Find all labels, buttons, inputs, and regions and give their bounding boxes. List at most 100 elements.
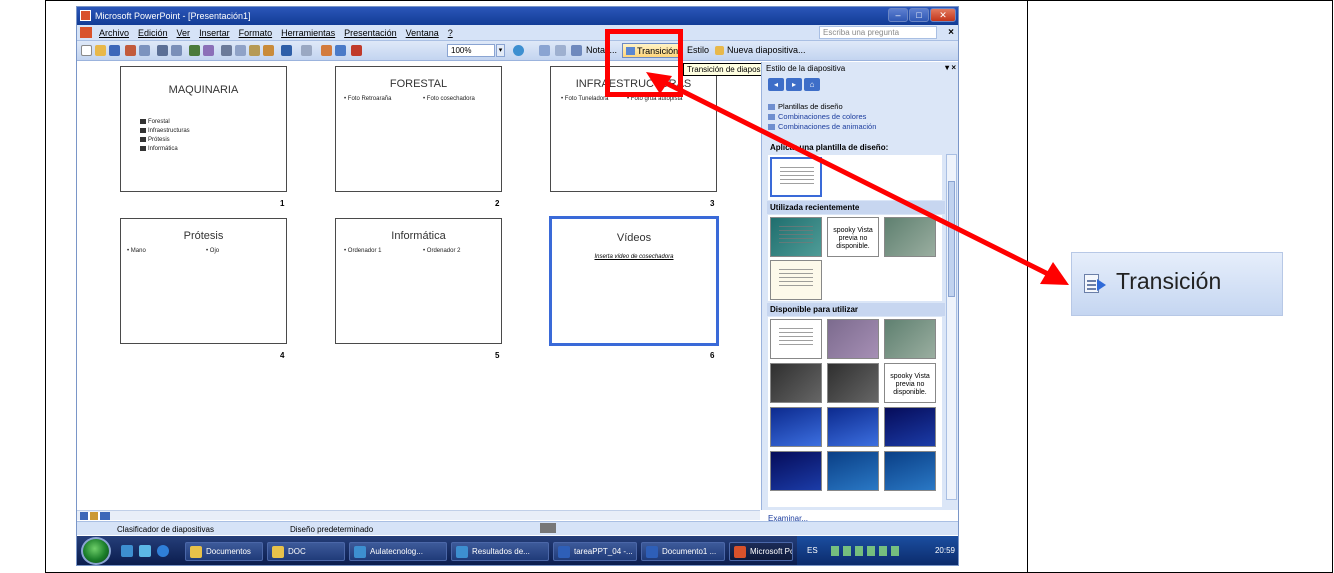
- minimize-button[interactable]: –: [888, 8, 908, 22]
- slide-thumbnail-4[interactable]: Prótesis • Mano • Ojo: [120, 218, 287, 344]
- undo-icon[interactable]: [281, 45, 292, 56]
- start-button[interactable]: [81, 537, 111, 565]
- menu-ver[interactable]: Ver: [177, 28, 191, 38]
- save-icon[interactable]: [109, 45, 120, 56]
- menu-archivo[interactable]: Archivo: [99, 28, 129, 38]
- menu-ventana[interactable]: Ventana: [406, 28, 439, 38]
- slide-title: Informática: [391, 230, 446, 242]
- permission-icon[interactable]: [125, 45, 136, 56]
- slide-sorter-icon[interactable]: [539, 45, 550, 56]
- template-thumbnail[interactable]: [827, 451, 879, 491]
- taskbar-button-doc[interactable]: DOC: [267, 542, 345, 561]
- horizontal-scrollbar[interactable]: [77, 510, 760, 520]
- back-icon[interactable]: ◂: [768, 78, 784, 91]
- animation-schemes-link[interactable]: Combinaciones de animación: [768, 122, 876, 132]
- style-button[interactable]: Estilo: [687, 45, 709, 55]
- rehearse-icon[interactable]: [571, 45, 582, 56]
- new-slide-icon: [715, 46, 724, 55]
- hide-slide-icon[interactable]: [555, 45, 566, 56]
- slide-bullet: • Foto Retroaraña: [344, 96, 392, 102]
- close-document-button[interactable]: ×: [948, 27, 954, 38]
- color-schemes-link[interactable]: Combinaciones de colores: [768, 112, 876, 122]
- document-icon[interactable]: [80, 27, 92, 38]
- template-thumbnail[interactable]: [770, 451, 822, 491]
- slide-thumbnail-1[interactable]: MAQUINARIA Forestal Infraestructuras Pró…: [120, 66, 287, 192]
- template-thumbnail[interactable]: [770, 217, 822, 257]
- menu-ayuda[interactable]: ?: [448, 28, 453, 38]
- print-icon[interactable]: [157, 45, 168, 56]
- taskbar-button-documento1[interactable]: Documento1 ...: [641, 542, 725, 561]
- design-templates-link[interactable]: Plantillas de diseño: [768, 102, 876, 112]
- spelling-icon[interactable]: [189, 45, 200, 56]
- template-thumbnail-spooky[interactable]: spooky Vista previa no disponible.: [827, 217, 879, 257]
- open-icon[interactable]: [95, 45, 106, 56]
- template-thumbnail[interactable]: [884, 319, 936, 359]
- template-thumbnail[interactable]: [884, 407, 936, 447]
- menu-formato[interactable]: Formato: [239, 28, 273, 38]
- taskbar-button-aulatecnologia[interactable]: Aulatecnolog...: [349, 542, 447, 561]
- template-thumbnail-spooky[interactable]: spooky Vista previa no disponible.: [884, 363, 936, 403]
- template-thumbnail[interactable]: [827, 407, 879, 447]
- clock[interactable]: 20:59: [935, 546, 955, 555]
- switch-windows-icon[interactable]: [139, 545, 151, 557]
- slide-title: FORESTAL: [389, 78, 448, 90]
- email-icon[interactable]: [139, 45, 150, 56]
- tray-icons[interactable]: [831, 546, 903, 556]
- insert-chart-icon[interactable]: [321, 45, 332, 56]
- help-icon[interactable]: [513, 45, 524, 56]
- zoomed-transition-button[interactable]: Transición: [1071, 252, 1283, 316]
- slide-thumbnail-6[interactable]: Vídeos Inserta vídeo de cosechadora: [549, 216, 719, 346]
- copy-icon[interactable]: [235, 45, 246, 56]
- zoom-dropdown-icon[interactable]: ▾: [496, 44, 505, 57]
- taskbar-button-powerpoint[interactable]: Microsoft Po...: [729, 542, 793, 561]
- menu-presentacion[interactable]: Presentación: [344, 28, 397, 38]
- task-pane-close-icon[interactable]: ▾ ×: [945, 63, 956, 72]
- template-thumbnail[interactable]: [770, 260, 822, 300]
- template-thumbnail[interactable]: [770, 157, 822, 197]
- ask-question-input[interactable]: Escriba una pregunta: [819, 26, 937, 39]
- zoom-combo[interactable]: 100%: [447, 44, 495, 57]
- folder-icon: [190, 546, 202, 558]
- slide-thumbnail-2[interactable]: FORESTAL • Foto Retroaraña • Foto cosech…: [335, 66, 502, 192]
- cut-icon[interactable]: [221, 45, 232, 56]
- zoomed-transition-label: Transición: [1116, 268, 1222, 294]
- menu-edicion[interactable]: Edición: [138, 28, 168, 38]
- template-thumbnail[interactable]: [770, 319, 822, 359]
- menu-herramientas[interactable]: Herramientas: [281, 28, 335, 38]
- template-thumbnail[interactable]: [884, 217, 936, 257]
- template-thumbnail[interactable]: [827, 319, 879, 359]
- template-thumbnail[interactable]: [827, 363, 879, 403]
- research-icon[interactable]: [203, 45, 214, 56]
- view-buttons-icon[interactable]: [80, 512, 110, 520]
- internet-explorer-icon[interactable]: [157, 545, 169, 557]
- taskbar-button-resultados[interactable]: Resultados de...: [451, 542, 549, 561]
- slide-title: Prótesis: [183, 230, 224, 242]
- forward-icon[interactable]: ▸: [786, 78, 802, 91]
- new-icon[interactable]: [81, 45, 92, 56]
- format-painter-icon[interactable]: [263, 45, 274, 56]
- insert-table-icon[interactable]: [335, 45, 346, 56]
- maximize-button[interactable]: □: [909, 8, 929, 22]
- show-desktop-icon[interactable]: [121, 545, 133, 557]
- home-icon[interactable]: ⌂: [804, 78, 820, 91]
- powerpoint-window: Microsoft PowerPoint - [Presentación1] –…: [76, 6, 959, 566]
- language-indicator[interactable]: ES: [807, 546, 818, 555]
- redo-icon[interactable]: [301, 45, 312, 56]
- paste-icon[interactable]: [249, 45, 260, 56]
- color-grayscale-icon[interactable]: [351, 45, 362, 56]
- taskbar-button-documentos[interactable]: Documentos: [185, 542, 263, 561]
- taskbar-button-tareappt[interactable]: tareaPPT_04 -...: [553, 542, 637, 561]
- menu-insertar[interactable]: Insertar: [199, 28, 230, 38]
- template-thumbnail[interactable]: [770, 407, 822, 447]
- template-thumbnail[interactable]: [884, 451, 936, 491]
- slide-design-task-pane: Estilo de la diapositiva ▾ × ◂ ▸ ⌂ Plant…: [761, 62, 958, 523]
- scrollbar-thumb[interactable]: [948, 181, 955, 297]
- print-preview-icon[interactable]: [171, 45, 182, 56]
- task-pane-scrollbar[interactable]: [946, 154, 957, 500]
- slide-video-link[interactable]: Inserta vídeo de cosechadora: [552, 254, 716, 260]
- slide-thumbnail-5[interactable]: Informática • Ordenador 1 • Ordenador 2: [335, 218, 502, 344]
- new-slide-button[interactable]: Nueva diapositiva...: [727, 45, 806, 55]
- title-bar[interactable]: Microsoft PowerPoint - [Presentación1] –…: [77, 7, 958, 25]
- template-thumbnail[interactable]: [770, 363, 822, 403]
- close-button[interactable]: ✕: [930, 8, 956, 22]
